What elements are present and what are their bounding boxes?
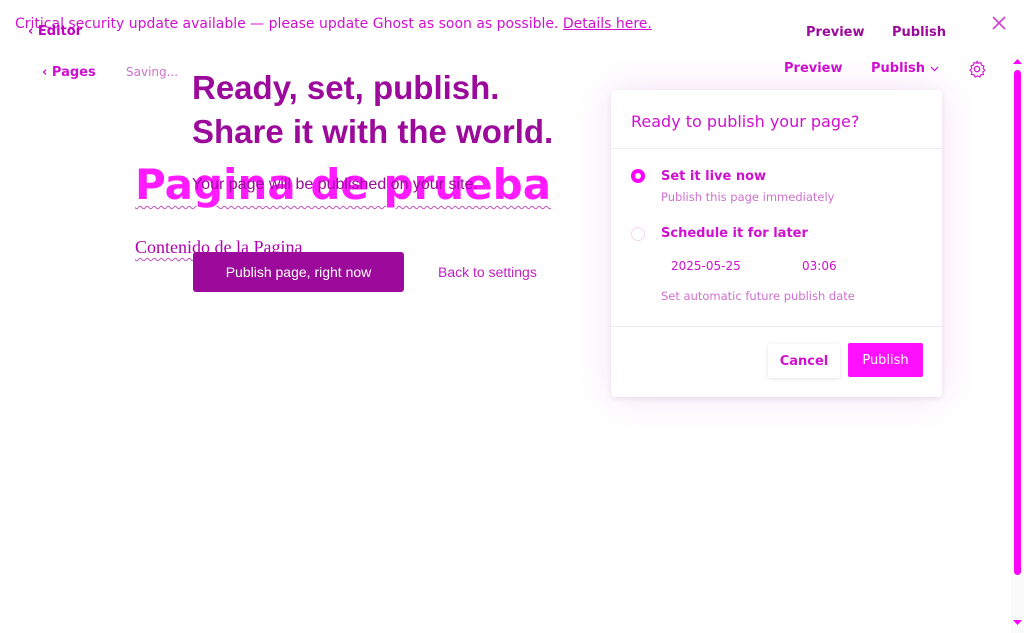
header-publish-button[interactable]: Publish [892, 25, 946, 40]
back-to-settings-link[interactable]: Back to settings [438, 264, 537, 280]
gear-icon[interactable] [967, 59, 987, 79]
publish-menu: Ready to publish your page? Set it live … [611, 90, 942, 397]
heading-line-1: Ready, set, publish. [192, 69, 500, 106]
option-label[interactable]: Schedule it for later [661, 226, 808, 241]
confirm-publish-button[interactable]: Publish [848, 343, 923, 377]
option-description: Publish this page immediately [661, 190, 835, 204]
save-status: Saving... [126, 65, 179, 79]
publish-dropdown-trigger[interactable]: Publish [871, 61, 939, 76]
divider [611, 326, 942, 327]
security-banner: Critical security update available — ple… [15, 16, 652, 32]
banner-details-link[interactable]: Details here. [563, 16, 652, 32]
publish-now-button[interactable]: Publish page, right now [193, 252, 404, 292]
publish-now-radio[interactable] [631, 169, 645, 183]
pages-label: Pages [51, 65, 96, 80]
header-preview-button[interactable]: Preview [806, 25, 865, 40]
editor-back-label: Editor [37, 24, 83, 39]
heading-line-2: Share it with the world. [192, 113, 554, 150]
chevron-down-icon [930, 66, 938, 71]
editor-back-link[interactable]: ‹ Editor [28, 24, 82, 39]
scrollbar-thumb[interactable] [1014, 70, 1021, 575]
option-label[interactable]: Set it live now [661, 169, 766, 184]
publish-menu-title: Ready to publish your page? [631, 112, 860, 131]
date-input[interactable]: 2025-05-25 [661, 251, 777, 281]
divider [611, 148, 942, 149]
publish-flow-subtitle: Your page will be published on your site… [192, 176, 478, 193]
option-description: Set automatic future publish date [661, 289, 855, 303]
preview-button[interactable]: Preview [784, 61, 843, 76]
pages-back-link[interactable]: ‹ Pages [42, 65, 96, 80]
cancel-button[interactable]: Cancel [768, 344, 840, 378]
banner-text: Critical security update available — ple… [15, 16, 559, 32]
close-icon[interactable] [990, 14, 1008, 32]
time-input[interactable]: 03:06 [792, 251, 922, 281]
chevron-left-icon: ‹ [42, 65, 48, 80]
publish-flow-heading: Ready, set, publish. Share it with the w… [192, 66, 553, 154]
chevron-left-icon: ‹ [28, 24, 34, 39]
schedule-radio[interactable] [631, 227, 645, 241]
publish-dropdown-label: Publish [871, 61, 925, 76]
scroll-up-arrow-icon[interactable] [1012, 56, 1023, 66]
scroll-down-arrow-icon[interactable] [1012, 618, 1023, 628]
